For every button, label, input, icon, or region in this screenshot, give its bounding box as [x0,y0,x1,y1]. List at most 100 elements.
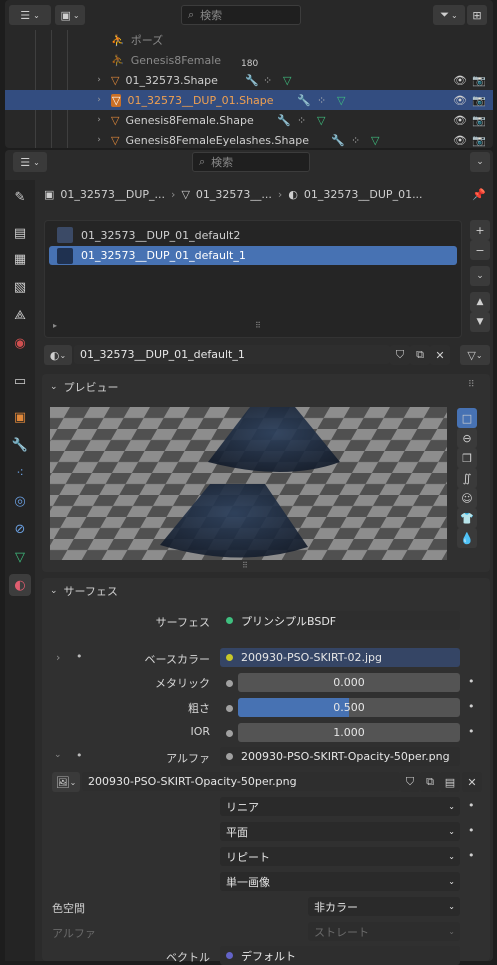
link-mode-button[interactable]: ▽ ⌄ [460,345,490,365]
resize-handle-icon[interactable]: ⠿ [255,321,261,330]
preview-monkey-button[interactable]: ☺ [457,488,477,508]
unlink-image-button[interactable]: ✕ [462,772,482,792]
expand-arrow-icon[interactable]: › [93,75,105,85]
ior-field[interactable]: 1.000 [238,723,460,742]
properties-editor-type-button[interactable]: ☰ ⌄ [13,152,47,172]
drag-handle-icon[interactable]: ⠿ [468,380,475,390]
tab-constraints[interactable]: ⊘ [9,518,31,540]
tab-material[interactable]: ◐ [9,574,31,596]
camera-icon[interactable]: 📷 [472,114,486,127]
tree-row-shape-dup-selected[interactable]: › ▽ 01_32573__DUP_01.Shape 🔧 ⁘ ▽ 👁 📷 [5,90,493,110]
browse-material-button[interactable]: ◐ ⌄ [44,345,72,365]
material-name-field[interactable]: 01_32573__DUP_01_default_1 [74,345,390,364]
eye-icon[interactable]: 👁 [453,114,467,127]
material-slot-item[interactable]: 01_32573__DUP_01_default2 [49,225,457,245]
extension-dropdown[interactable]: リピート ⌄ [220,847,460,866]
camera-icon[interactable]: 📷 [472,74,486,87]
outliner-search[interactable]: ⌕ 検索 [181,5,301,25]
tree-row-pose[interactable]: ⛹ ポーズ [5,30,493,50]
tree-row-eyelashes-shape[interactable]: › ▽ Genesis8FemaleEyelashes.Shape 🔧 ⁘ ▽ … [5,130,493,148]
tab-data[interactable]: ▽ [9,546,31,568]
tab-scene[interactable]: ⟁ [9,304,31,326]
preview-flat-button[interactable]: □ [457,408,477,428]
expand-arrow-icon[interactable]: › [93,95,105,105]
move-slot-down-button[interactable]: ▼ [470,312,490,332]
tab-particles[interactable]: ⁖ [9,462,31,484]
open-image-button[interactable]: ▤ [440,772,460,792]
modifier-wrench-icon[interactable]: 🔧 [277,114,291,127]
alpha-link-field[interactable]: 200930-PSO-SKIRT-Opacity-50per.png [220,747,460,766]
roughness-slider[interactable]: 0.500 [238,698,460,717]
keyframe-dot-icon[interactable]: • [468,849,475,862]
keyframe-dot-icon[interactable]: • [468,725,475,738]
expand-arrow-icon[interactable]: › [93,135,105,145]
pin-icon[interactable]: 📌 [470,185,488,203]
slot-specials-button[interactable]: ⌄ [470,266,490,286]
eye-icon[interactable]: 👁 [453,74,467,87]
keyframe-dot-icon[interactable]: • [468,675,475,688]
vector-field[interactable]: デフォルト [220,946,460,965]
remove-slot-button[interactable]: − [470,240,490,260]
tab-object[interactable]: ▣ [9,406,31,428]
vertex-groups-icon[interactable]: ⁘ [351,134,360,147]
fake-user-button[interactable]: ⛉ [390,345,410,365]
metallic-slider[interactable]: 0.000 [238,673,460,692]
expand-arrow-icon[interactable]: › [93,115,105,125]
add-slot-button[interactable]: + [470,220,490,240]
preview-cloth-button[interactable]: 👕 [457,508,477,528]
preview-header[interactable]: ⌄ プレビュー [50,379,119,395]
base-color-field[interactable]: 200930-PSO-SKIRT-02.jpg [220,648,460,667]
modifier-wrench-icon[interactable]: 🔧 [245,74,259,87]
tab-modifiers[interactable]: 🔧 [9,434,31,456]
preview-cube-button[interactable]: ❒ [457,448,477,468]
filter-button[interactable]: ⏷ ⌄ [433,5,465,25]
material-slot-item-selected[interactable]: 01_32573__DUP_01_default_1 [49,246,457,265]
mesh-data-icon[interactable]: ▽ [337,94,345,107]
tab-render[interactable]: ▤ [9,222,31,244]
eye-icon[interactable]: 👁 [453,94,467,107]
tab-view-layer[interactable]: ▧ [9,276,31,298]
duplicate-material-button[interactable]: ⧉ [410,345,430,365]
new-collection-button[interactable]: ⊞ [467,5,487,25]
surface-header[interactable]: ⌄ サーフェス [50,583,118,599]
keyframe-dot-icon[interactable]: • [468,824,475,837]
tab-world[interactable]: ◉ [9,332,31,354]
mesh-data-icon[interactable]: ▽ [283,74,291,87]
image-fake-user-button[interactable]: ⛉ [400,772,420,792]
modifier-wrench-icon[interactable]: 🔧 [331,134,345,147]
properties-search[interactable]: ⌕ 検索 [192,152,310,172]
tab-physics[interactable]: ◎ [9,490,31,512]
camera-icon[interactable]: 📷 [472,94,486,107]
display-mode-button[interactable]: ▣ ⌄ [55,5,85,25]
tree-row-genesis8female-shape[interactable]: › ▽ Genesis8Female.Shape 🔧 ⁘ ▽ 👁 📷 [5,110,493,130]
vertex-groups-icon[interactable]: ⁘ [297,114,306,127]
interpolation-dropdown[interactable]: リニア ⌄ [220,797,460,816]
keyframe-dot-icon[interactable]: • [468,700,475,713]
vertex-groups-icon[interactable]: ⁘ [263,74,272,87]
modifier-wrench-icon[interactable]: 🔧 [297,94,311,107]
move-slot-up-button[interactable]: ▲ [470,292,490,312]
editor-type-button[interactable]: ☰ ⌄ [9,5,51,25]
expand-filter-icon[interactable]: ▸ [53,321,57,330]
color-space-dropdown[interactable]: 非カラー ⌄ [308,897,460,916]
options-dropdown-button[interactable]: ⌄ [470,152,490,172]
tab-output[interactable]: ▦ [9,248,31,270]
mesh-data-icon[interactable]: ▽ [371,134,379,147]
tree-row-shape-1[interactable]: › ▽ 01_32573.Shape 🔧 ⁘ ▽ 👁 📷 [5,70,493,90]
mesh-data-icon[interactable]: ▽ [317,114,325,127]
unlink-material-button[interactable]: ✕ [430,345,450,365]
tab-collection[interactable]: ▭ [9,370,31,392]
vertex-groups-icon[interactable]: ⁘ [317,94,326,107]
surface-shader-field[interactable]: プリンシプルBSDF [220,611,460,630]
browse-image-button[interactable]: 🖼 ⌄ [52,772,80,792]
image-name-field[interactable]: 200930-PSO-SKIRT-Opacity-50per.png [82,772,400,791]
duplicate-image-button[interactable]: ⧉ [420,772,440,792]
preview-sphere-button[interactable]: ⊖ [457,428,477,448]
projection-dropdown[interactable]: 平面 ⌄ [220,822,460,841]
tree-row-genesis8female[interactable]: ⛹ Genesis8Female 180 [5,50,493,70]
preview-fluid-button[interactable]: 💧 [457,528,477,548]
alpha-mode-dropdown[interactable]: ストレート ⌄ [308,922,460,941]
eye-icon[interactable]: 👁 [453,134,467,147]
preview-hair-button[interactable]: ∬ [457,468,477,488]
resize-handle-icon[interactable]: ⠿ [242,561,248,570]
